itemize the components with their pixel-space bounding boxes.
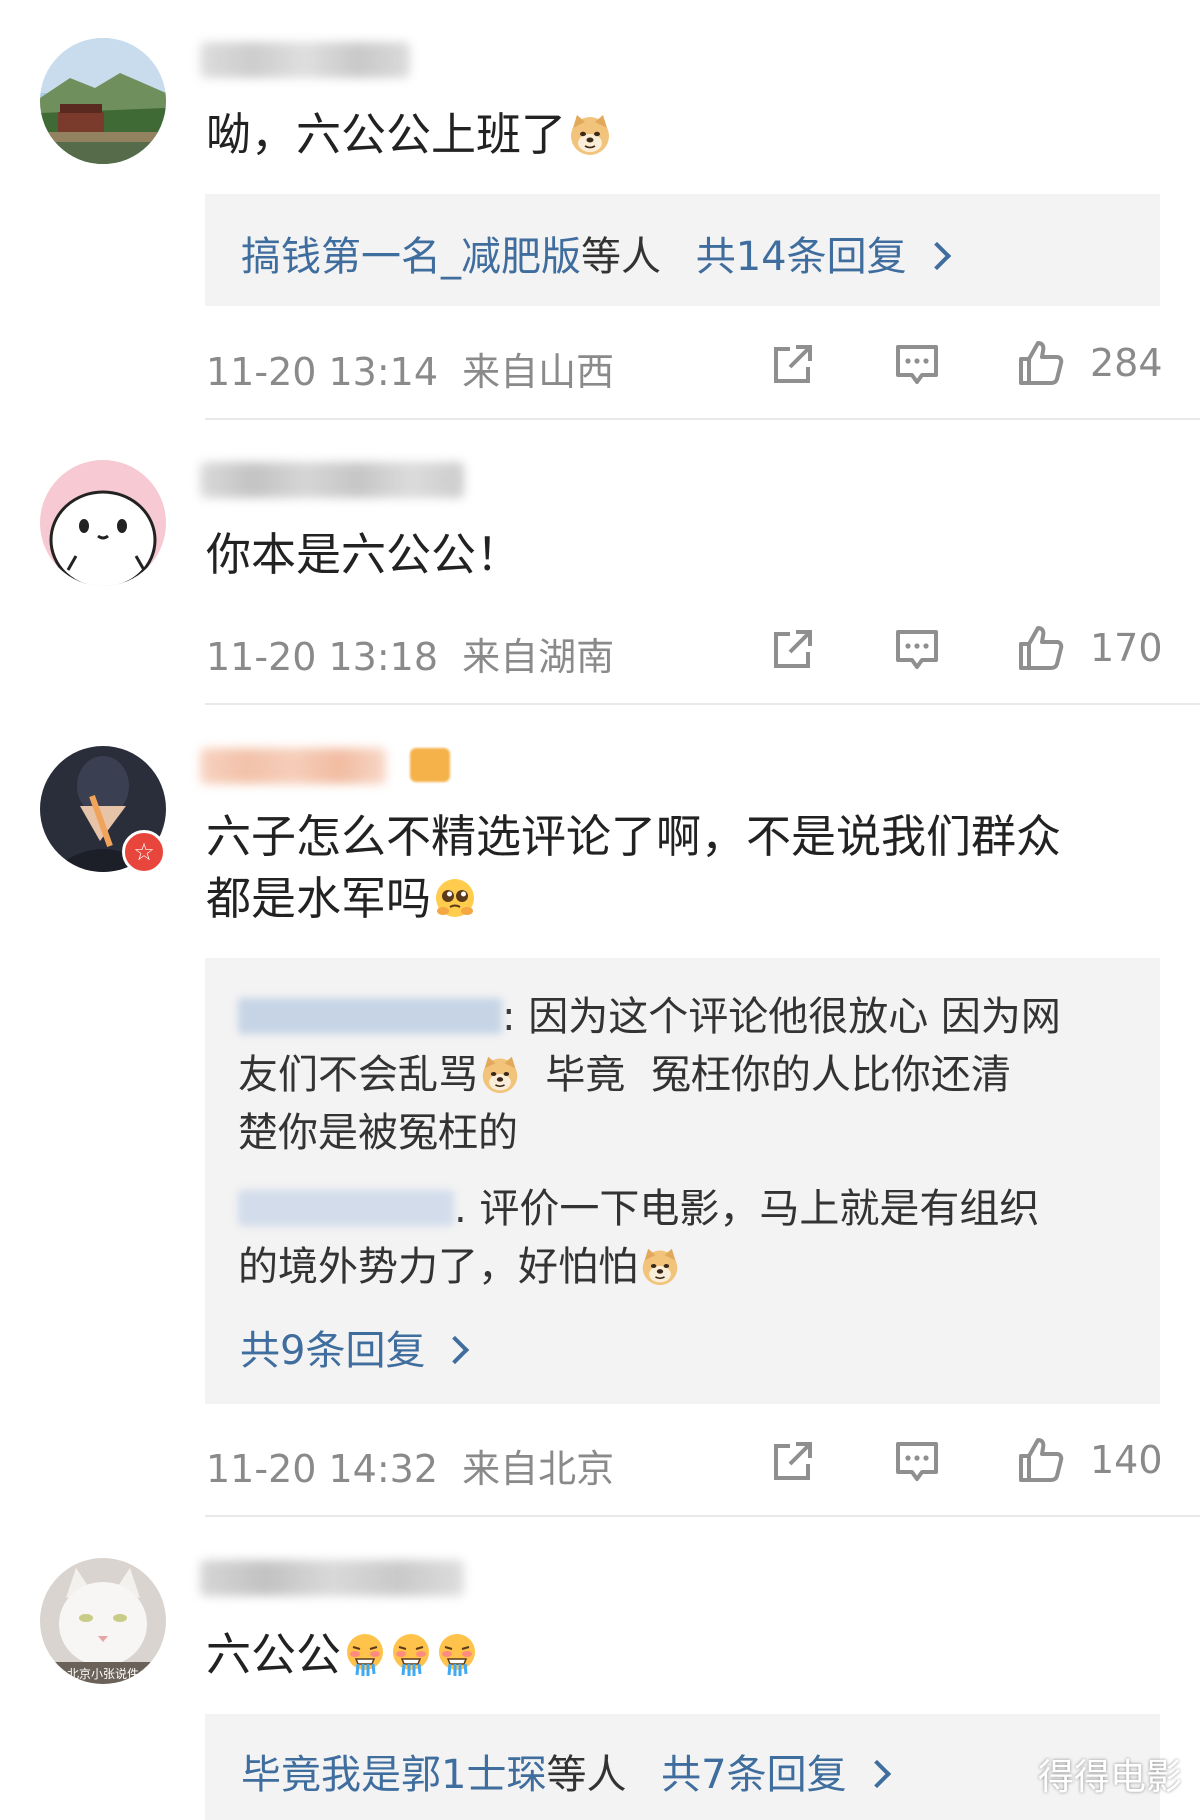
username-blurred[interactable] [200,42,410,78]
like-count: 284 [1090,341,1163,385]
comment-icon[interactable] [893,626,941,674]
sub-reply-username-blurred[interactable] [238,998,502,1034]
sub-reply-text: : 因为这个评论他很放心 因为网 [502,994,1061,1040]
share-icon[interactable] [768,341,816,389]
divider [205,1515,1200,1517]
like-icon[interactable] [1017,1436,1065,1484]
comment-text: 呦，六公公上班了 [206,104,1160,166]
drooling-emoji [435,1632,479,1676]
reply-users-suffix: 等人 [581,234,661,280]
sub-reply[interactable]: : 因为这个评论他很放心 因为网 友们不会乱骂 毕竟 冤枉你的人比你还清 楚你是… [238,988,1152,1162]
reply-summary[interactable]: 毕竟我是郭1士琛等人 共7条回复 [205,1714,1160,1820]
chevron-right-icon[interactable] [862,1759,891,1789]
divider [205,703,1200,705]
sub-reply-text: 毕竟 冤枉你的人比你还清 [520,1052,1011,1098]
more-replies-count[interactable]: 共9条回复 [240,1328,425,1374]
like-icon[interactable] [1017,339,1065,387]
divider [205,418,1200,420]
sub-reply-text: 友们不会乱骂 [238,1052,478,1098]
username-blurred[interactable] [200,1560,464,1596]
drooling-emoji [343,1632,387,1676]
avatar-caption: 北京小张说件 [67,1666,139,1681]
chevron-right-icon[interactable] [922,241,951,271]
like-count: 140 [1090,1438,1163,1482]
sub-reply-text: 的境外势力了，好怕怕 [238,1244,638,1290]
drooling-emoji [389,1632,433,1676]
location: 来自山西 [462,350,615,394]
timestamp: 11-20 13:14 [206,350,439,394]
comment-text-line: 六子怎么不精选评论了啊，不是说我们群众 [206,810,1062,863]
comment-text-content: 六公公 [206,1628,342,1681]
comment-text-line: 都是水军吗 [206,868,1160,930]
comment-text-content: 呦，六公公上班了 [206,108,567,161]
reply-users-suffix: 等人 [546,1752,627,1798]
watermark: 得得电影 [1037,1757,1182,1798]
reply-users[interactable]: 毕竟我是郭1士琛 [241,1752,546,1798]
sub-reply-text: . 评价一下电影，马上就是有组织 [454,1186,1040,1232]
chevron-right-icon[interactable] [441,1335,470,1365]
doge-emoji [480,1054,520,1094]
avatar[interactable] [40,460,166,586]
location: 来自湖南 [462,635,615,679]
reply-users[interactable]: 搞钱第一名_减肥版 [241,234,581,280]
avatar[interactable] [40,38,166,164]
timestamp: 11-20 14:32 [206,1447,439,1491]
like-count: 170 [1090,626,1163,670]
share-icon[interactable] [768,626,816,674]
comment-meta: 11-20 13:18 来自湖南 [206,626,614,681]
comment-meta: 11-20 14:32 来自北京 [206,1438,614,1493]
reply-count[interactable]: 共14条回复 [696,234,907,280]
doge-emoji [568,112,612,156]
pleading-emoji [433,876,477,920]
user-badge-icon [410,748,450,782]
like-icon[interactable] [1017,624,1065,672]
username-blurred[interactable] [200,748,386,784]
share-icon[interactable] [768,1438,816,1486]
comment-text: 六公公 [206,1624,1160,1686]
comment-text: 你本是六公公！ [206,524,1160,586]
sub-reply-text: 楚你是被冤枉的 [238,1110,518,1156]
location: 来自北京 [462,1447,615,1491]
comment-icon[interactable] [893,1438,941,1486]
comment-icon[interactable] [893,341,941,389]
vip-badge-icon: ☆ [122,830,166,874]
avatar[interactable]: 北京小张说件 [40,1558,166,1684]
timestamp: 11-20 13:18 [206,635,439,679]
username-blurred[interactable] [200,462,464,498]
reply-summary[interactable]: 搞钱第一名_减肥版等人 共14条回复 [205,194,1160,306]
more-replies-link[interactable]: 共9条回复 [240,1318,470,1376]
doge-emoji [640,1246,680,1286]
reply-count[interactable]: 共7条回复 [661,1752,846,1798]
sub-reply[interactable]: . 评价一下电影，马上就是有组织 的境外势力了，好怕怕 [238,1180,1152,1296]
comment-text: 六子怎么不精选评论了啊，不是说我们群众 都是水军吗 [206,806,1160,930]
comment-text-content: 你本是六公公！ [206,528,522,581]
comment-meta: 11-20 13:14 来自山西 [206,341,614,396]
sub-reply-username-blurred[interactable] [238,1190,454,1226]
